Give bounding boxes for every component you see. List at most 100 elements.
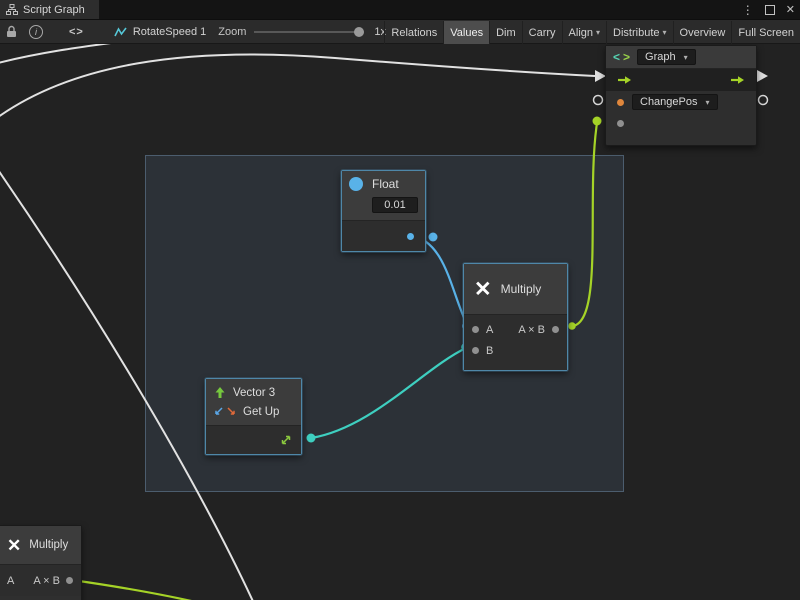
multiply-icon: ✕ bbox=[474, 279, 492, 300]
float-node-ports bbox=[342, 221, 425, 251]
tab-title: Script Graph bbox=[23, 4, 85, 16]
port-row-a: A A × B bbox=[0, 570, 81, 591]
vector3-node-header: Vector 3 Get Up bbox=[206, 379, 301, 426]
values-button[interactable]: Values bbox=[443, 21, 489, 44]
multiply2-node-body: A A × B bbox=[0, 565, 81, 596]
wire-getup-to-multiply-b[interactable] bbox=[311, 348, 466, 438]
chevron-down-icon: ▾ bbox=[596, 28, 600, 37]
fullscreen-button[interactable]: Full Screen bbox=[731, 21, 800, 44]
output-port[interactable] bbox=[552, 326, 559, 333]
multiply2-node-title: Multiply bbox=[29, 539, 68, 551]
toolbar-left-group: i <> RotateSpeed 1 Zoom 1x bbox=[0, 25, 386, 39]
flow-wire-top-left[interactable] bbox=[0, 44, 126, 64]
graph-node-value-row bbox=[606, 113, 756, 133]
output-port[interactable] bbox=[66, 577, 73, 584]
flow-out-arrow-icon[interactable] bbox=[730, 75, 745, 85]
graph-scope-dropdown[interactable]: Graph ▾ bbox=[637, 49, 696, 65]
float-node-header: Float 0.01 bbox=[342, 171, 425, 221]
info-icon[interactable]: i bbox=[29, 25, 43, 39]
output-label: A × B bbox=[33, 575, 60, 587]
wire-multiply2-output[interactable] bbox=[72, 580, 228, 600]
align-label: Align bbox=[569, 27, 593, 39]
multiply2-node-header: ✕ Multiply bbox=[0, 526, 81, 565]
variable-dropdown[interactable]: ChangePos ▾ bbox=[632, 94, 718, 110]
chevron-down-icon: ▾ bbox=[706, 98, 710, 107]
relations-button[interactable]: Relations bbox=[384, 21, 443, 44]
carry-button[interactable]: Carry bbox=[522, 21, 562, 44]
float-node[interactable]: Float 0.01 bbox=[341, 170, 426, 252]
window-menu-icon[interactable]: ⋮ bbox=[742, 4, 754, 16]
chevron-down-icon: ▾ bbox=[684, 53, 688, 62]
input-port-b[interactable] bbox=[472, 347, 479, 354]
multiply-icon: ✕ bbox=[7, 537, 21, 554]
graph-canvas[interactable]: Float 0.01 ✕ Multiply A A × B bbox=[0, 44, 800, 600]
port-row-a: A A × B bbox=[464, 319, 567, 340]
get-arrow-down-right-icon bbox=[227, 407, 236, 416]
graph-node-variable-row: ChangePos ▾ bbox=[606, 91, 756, 113]
variable-name-label: ChangePos bbox=[640, 96, 698, 108]
wire-knob[interactable] bbox=[568, 322, 576, 330]
flow-wire-to-graph-node[interactable] bbox=[0, 54, 595, 120]
float-type-icon bbox=[349, 177, 363, 191]
flow-in-arrow-icon[interactable] bbox=[617, 75, 632, 85]
multiply-node[interactable]: ✕ Multiply A A × B B bbox=[463, 263, 568, 371]
toolbar-buttons: Relations Values Dim Carry Align▾ Distri… bbox=[384, 21, 800, 44]
input-port-a[interactable] bbox=[472, 326, 479, 333]
lock-icon[interactable] bbox=[6, 25, 17, 38]
unconnected-port-icon[interactable] bbox=[594, 96, 603, 105]
float-value-field[interactable]: 0.01 bbox=[372, 197, 418, 213]
vector3-node-subtitle: Get Up bbox=[243, 406, 279, 418]
zoom-slider-knob[interactable] bbox=[354, 27, 364, 37]
chevron-down-icon: ▾ bbox=[663, 28, 667, 37]
align-dropdown[interactable]: Align▾ bbox=[562, 21, 606, 44]
wire-multiply-to-changepos[interactable] bbox=[573, 123, 597, 326]
dim-button[interactable]: Dim bbox=[489, 21, 522, 44]
fullscreen-label: Full Screen bbox=[738, 27, 794, 39]
graph-breadcrumb-label: RotateSpeed 1 bbox=[133, 26, 206, 38]
vector3-node-title: Vector 3 bbox=[233, 387, 275, 399]
input-a-label: A bbox=[486, 324, 493, 336]
port-row-b: B bbox=[464, 340, 567, 361]
zoom-slider[interactable] bbox=[254, 31, 364, 33]
multiply-node-title: Multiply bbox=[501, 282, 542, 296]
relations-label: Relations bbox=[391, 27, 437, 39]
close-icon[interactable]: ✕ bbox=[786, 3, 795, 16]
graph-variable-node[interactable]: < > Graph ▾ ChangePos ▾ bbox=[605, 45, 757, 146]
dim-label: Dim bbox=[496, 27, 516, 39]
variable-input-port[interactable] bbox=[617, 99, 624, 106]
tab-script-graph[interactable]: Script Graph bbox=[0, 0, 99, 19]
overview-button[interactable]: Overview bbox=[673, 21, 732, 44]
vector3-node-ports bbox=[206, 426, 301, 454]
values-label: Values bbox=[450, 27, 483, 39]
wire-knob[interactable] bbox=[307, 434, 316, 443]
zoom-label: Zoom bbox=[218, 26, 246, 38]
graph-breadcrumb[interactable]: RotateSpeed 1 bbox=[114, 26, 206, 38]
unconnected-port-icon[interactable] bbox=[759, 96, 768, 105]
input-a-label: A bbox=[7, 575, 14, 587]
wire-knob[interactable] bbox=[429, 233, 438, 242]
carry-label: Carry bbox=[529, 27, 556, 39]
distribute-dropdown[interactable]: Distribute ▾ bbox=[606, 21, 672, 44]
graph-scope-label: Graph bbox=[645, 51, 676, 63]
code-icon: < bbox=[613, 50, 620, 64]
code-icon[interactable]: <> bbox=[69, 26, 84, 38]
graph-asset-icon bbox=[114, 26, 127, 38]
flow-output-arrow-icon bbox=[757, 70, 768, 82]
vector3-get-up-node[interactable]: Vector 3 Get Up bbox=[205, 378, 302, 455]
wire-knob[interactable] bbox=[593, 117, 602, 126]
window-controls: ⋮ ✕ bbox=[742, 0, 795, 19]
graph-tab-icon bbox=[6, 4, 18, 15]
overview-label: Overview bbox=[680, 27, 726, 39]
graph-node-flow-row bbox=[606, 69, 756, 91]
value-input-port[interactable] bbox=[617, 120, 624, 127]
output-label: A × B bbox=[518, 324, 545, 336]
maximize-icon[interactable] bbox=[765, 5, 775, 15]
vector3-output-port[interactable] bbox=[280, 434, 292, 446]
multiply-node-body: A A × B B bbox=[464, 315, 567, 370]
multiply-node-partial[interactable]: ✕ Multiply A A × B bbox=[0, 525, 82, 600]
distribute-label: Distribute bbox=[613, 27, 659, 39]
float-output-port[interactable] bbox=[407, 233, 414, 240]
graph-toolbar: i <> RotateSpeed 1 Zoom 1x Relations Val… bbox=[0, 19, 800, 44]
multiply-node-header: ✕ Multiply bbox=[464, 264, 567, 315]
graph-node-header: < > Graph ▾ bbox=[606, 46, 756, 69]
